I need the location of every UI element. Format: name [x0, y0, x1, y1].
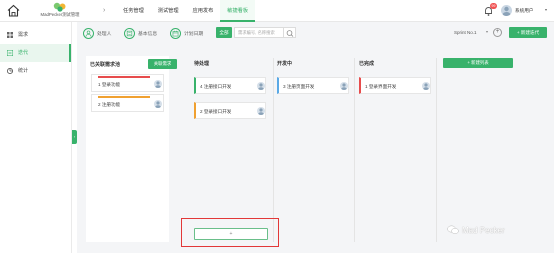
handler-filter[interactable]: 处理人	[83, 27, 111, 39]
column-divider	[436, 58, 437, 242]
new-iteration-button[interactable]: + 新建迭代	[509, 27, 547, 38]
search-button[interactable]	[284, 27, 296, 38]
chevron-right-icon[interactable]: ›	[103, 7, 105, 14]
new-list-button[interactable]: + 新建列表	[443, 58, 513, 68]
chevron-down-icon[interactable]: ▾	[545, 7, 547, 12]
basic-info-button[interactable]: 基本信息	[124, 27, 157, 39]
priority-bar	[98, 96, 150, 98]
column-divider	[354, 58, 355, 242]
sidebar-item-label: 迭代	[18, 50, 29, 56]
notification-badge: 99	[490, 3, 497, 9]
search-icon	[286, 30, 294, 37]
plan-date-button[interactable]: 计划日期	[170, 27, 203, 39]
card-title: 1 登录界面开发	[365, 84, 397, 89]
search-input[interactable]: 需求编号, 名称搜索	[234, 27, 284, 38]
nav-app-release[interactable]: 应用发布	[186, 0, 221, 22]
card-title: 4 注册接口开发	[200, 84, 232, 89]
avatar	[154, 100, 162, 108]
backlog-column: 已关联需求池 关联需求 1 登录功能 2 注册功能	[86, 56, 177, 242]
column-title: 已完成	[359, 61, 375, 67]
main-content: 处理人 基本信息 计划日期 全部 需求编号, 名称搜索 Sprint No.1 …	[77, 22, 554, 253]
grid-icon	[7, 32, 13, 38]
column-title: 待处理	[194, 61, 210, 67]
column-title: 开发中	[277, 61, 293, 67]
brand[interactable]: MadPecker测试管理	[40, 2, 80, 20]
task-card[interactable]: 2 登录接口开发	[194, 102, 266, 119]
home-icon[interactable]	[7, 4, 20, 17]
top-nav: 任务管理 测试管理 应用发布 敏捷看板	[116, 0, 256, 22]
nav-test-management[interactable]: 测试管理	[151, 0, 186, 22]
card-title: 2 登录接口开发	[200, 109, 232, 114]
avatar	[257, 82, 265, 90]
calendar-icon	[170, 27, 181, 39]
add-circle-icon[interactable]: +	[493, 28, 502, 37]
sprint-select[interactable]: Sprint No.1	[454, 30, 477, 35]
task-card[interactable]: 1 登录界面开发	[359, 77, 431, 94]
avatar	[422, 82, 430, 90]
sidebar: 需求 迭代 统计	[0, 22, 72, 253]
requirement-card[interactable]: 2 注册功能	[91, 94, 164, 112]
card-title: 3 注册页面开发	[283, 84, 315, 89]
associate-requirement-button[interactable]: 关联需求	[148, 59, 177, 69]
task-card[interactable]: 4 注册接口开发	[194, 77, 266, 94]
avatar	[154, 80, 162, 88]
sidebar-item-label: 需求	[18, 32, 29, 38]
top-bar: MadPecker测试管理 › 任务管理 测试管理 应用发布 敏捷看板 99 系…	[0, 0, 554, 22]
avatar	[257, 107, 265, 115]
toolbar: 处理人 基本信息 计划日期 全部 需求编号, 名称搜索 Sprint No.1 …	[77, 22, 554, 44]
handler-label: 处理人	[97, 31, 112, 37]
backlog-title: 已关联需求池	[90, 62, 121, 68]
view-all-button[interactable]: 全部	[216, 27, 232, 38]
info-icon	[124, 27, 135, 39]
card-title: 2 注册功能	[98, 102, 121, 107]
chevron-down-icon[interactable]: ▾	[486, 29, 488, 34]
pecker-logo-icon	[53, 2, 66, 12]
brand-name: MadPecker测试管理	[40, 12, 80, 17]
nav-task-management[interactable]: 任务管理	[116, 0, 151, 22]
card-title: 1 登录功能	[98, 82, 121, 87]
basic-info-label: 基本信息	[138, 31, 158, 37]
watermark: Mad Pecker	[447, 224, 505, 236]
plan-date-label: 计划日期	[184, 31, 204, 37]
highlight-box	[181, 218, 279, 247]
iteration-icon	[7, 50, 13, 56]
sidebar-item-iteration[interactable]: 迭代	[0, 44, 71, 62]
nav-agile-board[interactable]: 敏捷看板	[220, 0, 256, 22]
sidebar-item-label: 统计	[18, 68, 29, 74]
watermark-text: Mad Pecker	[462, 225, 505, 235]
todo-column: 待处理 4 注册接口开发 2 登录接口开发	[194, 56, 273, 242]
in-progress-column: 开发中 3 注册页面开发	[277, 56, 353, 242]
priority-bar	[98, 76, 150, 78]
task-card[interactable]: 3 注册页面开发	[277, 77, 349, 94]
sidebar-item-statistics[interactable]: 统计	[0, 62, 71, 80]
user-avatar[interactable]	[501, 5, 512, 16]
sidebar-item-requirements[interactable]: 需求	[0, 26, 71, 44]
column-divider	[273, 58, 274, 242]
avatar	[340, 82, 348, 90]
chart-icon	[7, 68, 13, 74]
wechat-icon	[447, 225, 459, 235]
user-icon	[83, 27, 94, 39]
user-name[interactable]: 系统用户	[515, 8, 533, 14]
requirement-card[interactable]: 1 登录功能	[91, 74, 164, 92]
done-column: 已完成 1 登录界面开发	[359, 56, 435, 242]
